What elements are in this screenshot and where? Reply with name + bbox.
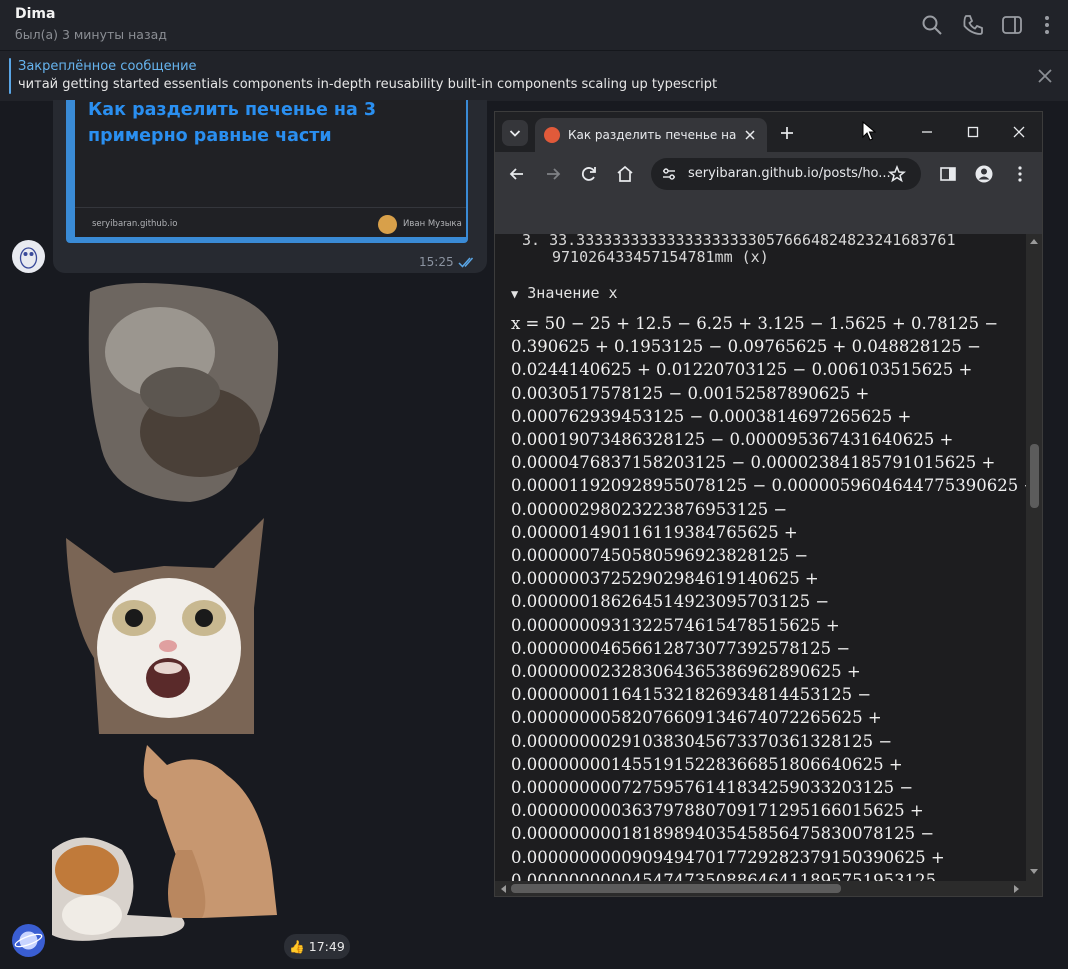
page-content: 3. 33.3333333333333333333305766648248232… xyxy=(495,234,1026,881)
pinned-accent-bar xyxy=(9,58,11,94)
math-line: 0.0030517578125 − 0.00152587890625 + xyxy=(511,383,870,403)
pinned-title: Закреплённое сообщение xyxy=(18,59,197,74)
math-line: 0.390625 + 0.1953125 − 0.09765625 + 0.04… xyxy=(511,337,981,357)
math-line: 0.0000000116415321826934814453125 − xyxy=(511,685,872,705)
thumbs-up-icon: 👍 xyxy=(289,939,305,954)
math-line: 0.000000000363797880709171295166015625 + xyxy=(511,801,924,821)
tab-bar: Как разделить печенье на 3 примерно равн… xyxy=(495,112,1042,152)
math-line: x = 50 − 25 + 12.5 − 6.25 + 3.125 − 1.56… xyxy=(511,314,999,333)
math-formula: x = 50 − 25 + 12.5 − 6.25 + 3.125 − 1.56… xyxy=(511,312,1026,881)
home-icon[interactable] xyxy=(615,164,635,184)
planet-icon xyxy=(14,931,43,950)
message-time: 15:25 xyxy=(419,255,454,269)
close-window-icon[interactable] xyxy=(1011,124,1027,140)
phone-icon[interactable] xyxy=(961,13,985,37)
math-line: 0.0000000001818989403545856475830078125 … xyxy=(511,824,935,844)
details-summary[interactable]: ▼ Значение x xyxy=(511,284,618,302)
more-vertical-icon[interactable] xyxy=(1035,13,1059,37)
result-line: 971026433457154781mm (x) xyxy=(552,248,769,266)
url-text: seryibaran.github.io/posts/ho... xyxy=(688,166,891,181)
profile-icon[interactable] xyxy=(974,164,994,184)
browser-window: Как разделить печенье на 3 примерно равн… xyxy=(494,111,1043,897)
chat-status: был(а) 3 минуты назад xyxy=(15,27,167,42)
chat-name[interactable]: Dima xyxy=(15,6,55,22)
math-line: 0.0000000014551915228366851806640625 + xyxy=(511,754,903,774)
author-avatar xyxy=(378,215,397,234)
scroll-left-icon[interactable] xyxy=(499,884,507,894)
math-line: 0.0244140625 + 0.01220703125 − 0.0061035… xyxy=(511,360,973,380)
summary-label: Значение x xyxy=(527,284,618,302)
math-line: 0.000011920928955078125 − 0.000005960464… xyxy=(511,476,1026,496)
side-panel-icon[interactable] xyxy=(938,164,958,184)
owl-icon xyxy=(19,247,38,269)
sticker-blurry-animal[interactable] xyxy=(80,282,280,502)
favicon-icon xyxy=(544,127,560,143)
mouse-cursor-icon xyxy=(862,121,876,141)
link-preview-title: Как разделить печенье на 3 примерно равн… xyxy=(88,100,377,146)
avatar[interactable] xyxy=(12,924,45,957)
sidebar-toggle-icon[interactable] xyxy=(1000,13,1024,37)
chevron-down-icon xyxy=(509,130,521,137)
vertical-scrollbar[interactable] xyxy=(1026,234,1042,881)
math-line: 0.0000476837158203125 − 0.00002384185791… xyxy=(511,453,996,473)
math-line: 0.000001490116119384765625 + xyxy=(511,522,798,542)
math-line: 0.00000000072759576141834259033203125 − xyxy=(511,778,914,798)
math-line: 0.00000000582076609134674072265625 + xyxy=(511,708,882,728)
result-line: 3. 33.3333333333333333333305766648248232… xyxy=(522,234,956,249)
math-line: 0.000000186264514923095703125 − xyxy=(511,592,830,612)
triangle-down-icon: ▼ xyxy=(511,287,519,301)
reload-icon[interactable] xyxy=(579,164,599,184)
scroll-down-icon[interactable] xyxy=(1029,868,1039,876)
address-bar[interactable]: seryibaran.github.io/posts/ho... xyxy=(651,158,921,190)
tab-title: Как разделить печенье на 3 примерно равн… xyxy=(568,128,736,142)
pinned-text: читай getting started essentials compone… xyxy=(18,77,718,92)
math-line: 0.00000000004547473508864641189575195312… xyxy=(511,870,937,881)
minimize-icon[interactable] xyxy=(919,124,935,140)
sticker-two-cats[interactable] xyxy=(52,740,280,954)
link-preview-site: seryibaran.github.io xyxy=(92,219,178,229)
message-time: 17:49 xyxy=(308,939,345,954)
math-line: 0.0000000931322574615478515625 + xyxy=(511,615,840,635)
back-arrow-icon[interactable] xyxy=(507,164,527,184)
bookmarks-bar xyxy=(495,196,1042,235)
math-line: 0.0000007450580596923828125 − xyxy=(511,546,809,566)
scrollbar-thumb[interactable] xyxy=(1030,444,1039,508)
reaction-badge[interactable]: 👍 17:49 xyxy=(284,934,350,959)
pinned-message[interactable]: Закреплённое сообщение читай getting sta… xyxy=(0,50,1068,101)
math-line: 0.00019073486328125 − 0.0000953674316406… xyxy=(511,430,954,450)
math-line: 0.00000298023223876953125 − xyxy=(511,499,788,519)
plus-icon[interactable] xyxy=(778,124,796,142)
browser-toolbar: seryibaran.github.io/posts/ho... xyxy=(495,152,1042,196)
close-icon[interactable] xyxy=(742,127,758,143)
avatar[interactable] xyxy=(12,240,45,273)
scrollbar-thumb[interactable] xyxy=(511,884,841,893)
divider xyxy=(75,207,466,208)
maximize-icon[interactable] xyxy=(965,124,981,140)
forward-arrow-icon[interactable] xyxy=(543,164,563,184)
menu-icon[interactable] xyxy=(1010,164,1030,184)
math-line: 0.00000004656612873077392578125 − xyxy=(511,638,851,658)
horizontal-scrollbar[interactable] xyxy=(495,881,1026,896)
search-icon[interactable] xyxy=(920,13,944,37)
math-line: 0.00000037252902984619140625 + xyxy=(511,569,819,589)
math-line: 0.000000002910383045673370361328125 − xyxy=(511,731,893,751)
scroll-up-icon[interactable] xyxy=(1029,237,1039,245)
double-check-icon xyxy=(458,257,474,268)
site-settings-icon[interactable] xyxy=(661,166,677,182)
chat-header: Dima был(а) 3 минуты назад xyxy=(0,0,1068,50)
math-line: 0.000762939453125 − 0.0003814697265625 + xyxy=(511,406,912,426)
star-icon[interactable] xyxy=(888,165,906,183)
link-preview-author: Иван Музыка xyxy=(403,219,462,229)
sticker-screaming-cat[interactable] xyxy=(64,518,266,734)
tab-search-button[interactable] xyxy=(502,120,528,146)
browser-tab[interactable]: Как разделить печенье на 3 примерно равн… xyxy=(535,118,767,152)
scroll-right-icon[interactable] xyxy=(1013,884,1021,894)
math-line: 0.000000023283064365386962890625 + xyxy=(511,662,861,682)
close-icon[interactable] xyxy=(1036,67,1054,85)
math-line: 0.00000000009094947017729282379150390625… xyxy=(511,847,945,867)
